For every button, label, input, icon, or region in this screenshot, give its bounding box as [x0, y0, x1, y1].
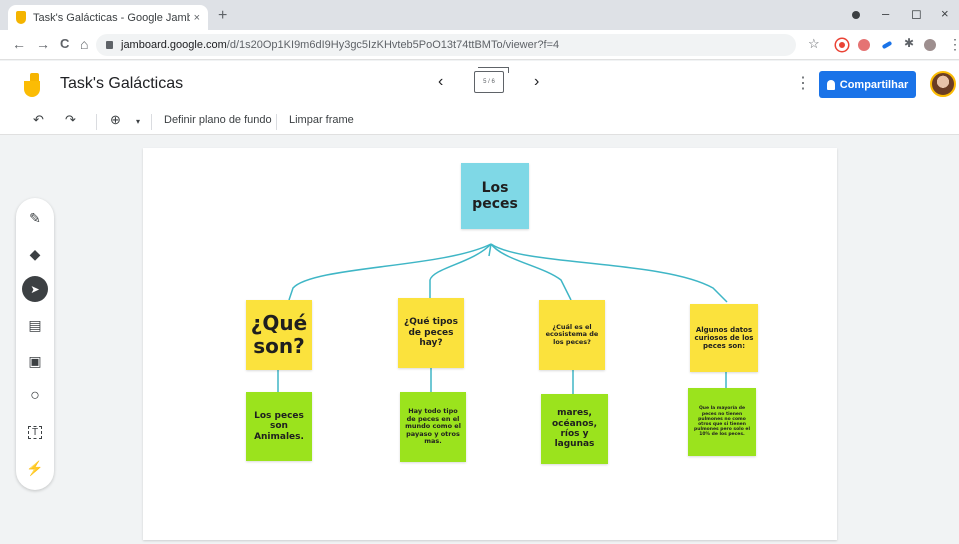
more-options-icon[interactable]: ⋮: [795, 73, 811, 93]
answer-note-text: Los peces son Animales.: [254, 410, 304, 442]
text-box-tool[interactable]: T: [22, 419, 48, 445]
bookmark-star-icon[interactable]: ☆: [808, 36, 820, 52]
answer-sticky-note[interactable]: Que la mayoría de peces no tienen pulmon…: [688, 388, 756, 456]
maximize-button[interactable]: ◻: [911, 6, 922, 22]
question-note-text: Algunos datos curiosos de los peces son:: [694, 325, 754, 351]
app-header: Task's Galácticas ‹ 5 / 6 › ⋮ Compartilh…: [0, 61, 959, 109]
pen-tool[interactable]: ✎: [22, 205, 48, 231]
pen-extension-icon[interactable]: [881, 40, 893, 50]
tab-title: Task's Galácticas - Google Jambo: [33, 11, 190, 24]
url-host: jamboard.google.com: [121, 39, 227, 51]
question-note-text: ¿Cuál es el ecosistema de los peces?: [545, 322, 599, 346]
tool-rail: ✎ ◆ ➤ ▤ ▣ ○ T ⚡: [16, 198, 54, 490]
adblock-extension-icon[interactable]: [858, 39, 870, 51]
frame-indicator: 5 / 6: [483, 79, 495, 85]
editing-toolbar: ↶ ↷ ⊕ ▾ Definir plano de fundo Limpar fr…: [0, 109, 959, 135]
person-icon: [826, 79, 835, 90]
eraser-icon: ◆: [29, 245, 41, 262]
new-tab-button[interactable]: +: [218, 7, 227, 25]
select-tool[interactable]: ➤: [22, 276, 48, 302]
connector-line: [288, 243, 492, 301]
laser-icon: ⚡: [26, 459, 44, 476]
previous-frame-button[interactable]: ‹: [438, 73, 443, 91]
home-button[interactable]: ⌂: [80, 36, 88, 52]
close-window-button[interactable]: ×: [941, 6, 949, 21]
jamboard-canvas[interactable]: Los peces ¿Qué son? ¿Qué tipos de peces …: [143, 148, 837, 540]
jamboard-favicon-icon: [16, 11, 26, 24]
address-bar-row: ← → C ⌂ jamboard.google.com/d/1s20Op1KI9…: [0, 30, 959, 60]
sticky-note-tool[interactable]: ▤: [22, 312, 48, 338]
share-button[interactable]: Compartilhar: [819, 71, 916, 98]
profile-avatar-icon[interactable]: [924, 39, 936, 51]
user-avatar[interactable]: [930, 71, 956, 97]
circle-icon: ○: [30, 387, 40, 404]
clear-frame-button[interactable]: Limpar frame: [289, 114, 354, 126]
browser-tab[interactable]: Task's Galácticas - Google Jambo ×: [8, 5, 208, 30]
answer-note-text: mares, océanos, ríos y lagunas: [551, 408, 598, 450]
set-background-button[interactable]: Definir plano de fundo: [164, 114, 272, 126]
question-sticky-note[interactable]: Algunos datos curiosos de los peces son:: [690, 304, 758, 372]
redo-icon[interactable]: ↷: [65, 112, 76, 128]
browser-tab-strip: Task's Galácticas - Google Jambo × + – ◻…: [0, 0, 959, 30]
toolbar-divider: [276, 114, 277, 130]
forward-button[interactable]: →: [36, 36, 50, 52]
share-label: Compartilhar: [839, 78, 909, 91]
answer-note-text: Hay todo tipo de peces en el mundo como …: [405, 407, 461, 446]
tab-close-icon[interactable]: ×: [194, 12, 200, 24]
image-icon: ▣: [28, 352, 42, 369]
answer-sticky-note[interactable]: Hay todo tipo de peces en el mundo como …: [400, 392, 466, 462]
frame-bar-button[interactable]: 5 / 6: [474, 67, 509, 93]
question-note-text: ¿Qué tipos de peces hay?: [404, 317, 458, 349]
root-sticky-note[interactable]: Los peces: [461, 163, 529, 229]
eraser-tool[interactable]: ◆: [22, 241, 48, 267]
undo-icon[interactable]: ↶: [33, 112, 44, 128]
sticky-note-icon: ▤: [28, 316, 42, 333]
zoom-dropdown-chevron-down-icon[interactable]: ▾: [136, 117, 140, 126]
laser-tool[interactable]: ⚡: [22, 455, 48, 481]
root-note-text: Los peces: [472, 179, 518, 212]
minimize-button[interactable]: –: [882, 6, 889, 21]
reload-button[interactable]: C: [60, 36, 69, 51]
connector-line: [429, 243, 492, 300]
cursor-icon: ➤: [30, 283, 40, 296]
pen-icon: ✎: [29, 209, 41, 226]
lock-icon: [106, 41, 113, 49]
toolbar-divider: [96, 114, 97, 130]
question-note-text: ¿Qué son?: [250, 311, 308, 358]
back-button[interactable]: ←: [12, 36, 26, 52]
connector-line: [490, 243, 728, 303]
shape-tool[interactable]: ○: [22, 383, 48, 409]
next-frame-button[interactable]: ›: [534, 73, 539, 91]
document-title[interactable]: Task's Galácticas: [60, 75, 183, 93]
answer-sticky-note[interactable]: Los peces son Animales.: [246, 392, 312, 461]
zoom-icon[interactable]: ⊕: [110, 112, 121, 128]
profile-indicator-icon[interactable]: [852, 11, 860, 19]
image-tool[interactable]: ▣: [22, 348, 48, 374]
toolbar-divider: [151, 114, 152, 130]
question-sticky-note[interactable]: ¿Qué son?: [246, 300, 312, 370]
answer-sticky-note[interactable]: mares, océanos, ríos y lagunas: [541, 394, 608, 464]
extensions-puzzle-icon[interactable]: ✱: [904, 36, 914, 50]
text-box-icon: T: [27, 425, 43, 439]
browser-menu-icon[interactable]: ⋮: [948, 36, 959, 53]
connector-line: [490, 243, 572, 301]
question-sticky-note[interactable]: ¿Cuál es el ecosistema de los peces?: [539, 300, 605, 370]
answer-note-text: Que la mayoría de peces no tienen pulmon…: [694, 406, 750, 438]
opera-extension-icon[interactable]: [836, 39, 848, 51]
question-sticky-note[interactable]: ¿Qué tipos de peces hay?: [398, 298, 464, 368]
jamboard-logo-icon: [24, 73, 40, 97]
url-path: /d/1s20Op1KI9m6dI9Hy3gc5IzKHvteb5PoO13t7…: [226, 39, 560, 51]
url-input[interactable]: jamboard.google.com/d/1s20Op1KI9m6dI9Hy3…: [96, 34, 796, 56]
